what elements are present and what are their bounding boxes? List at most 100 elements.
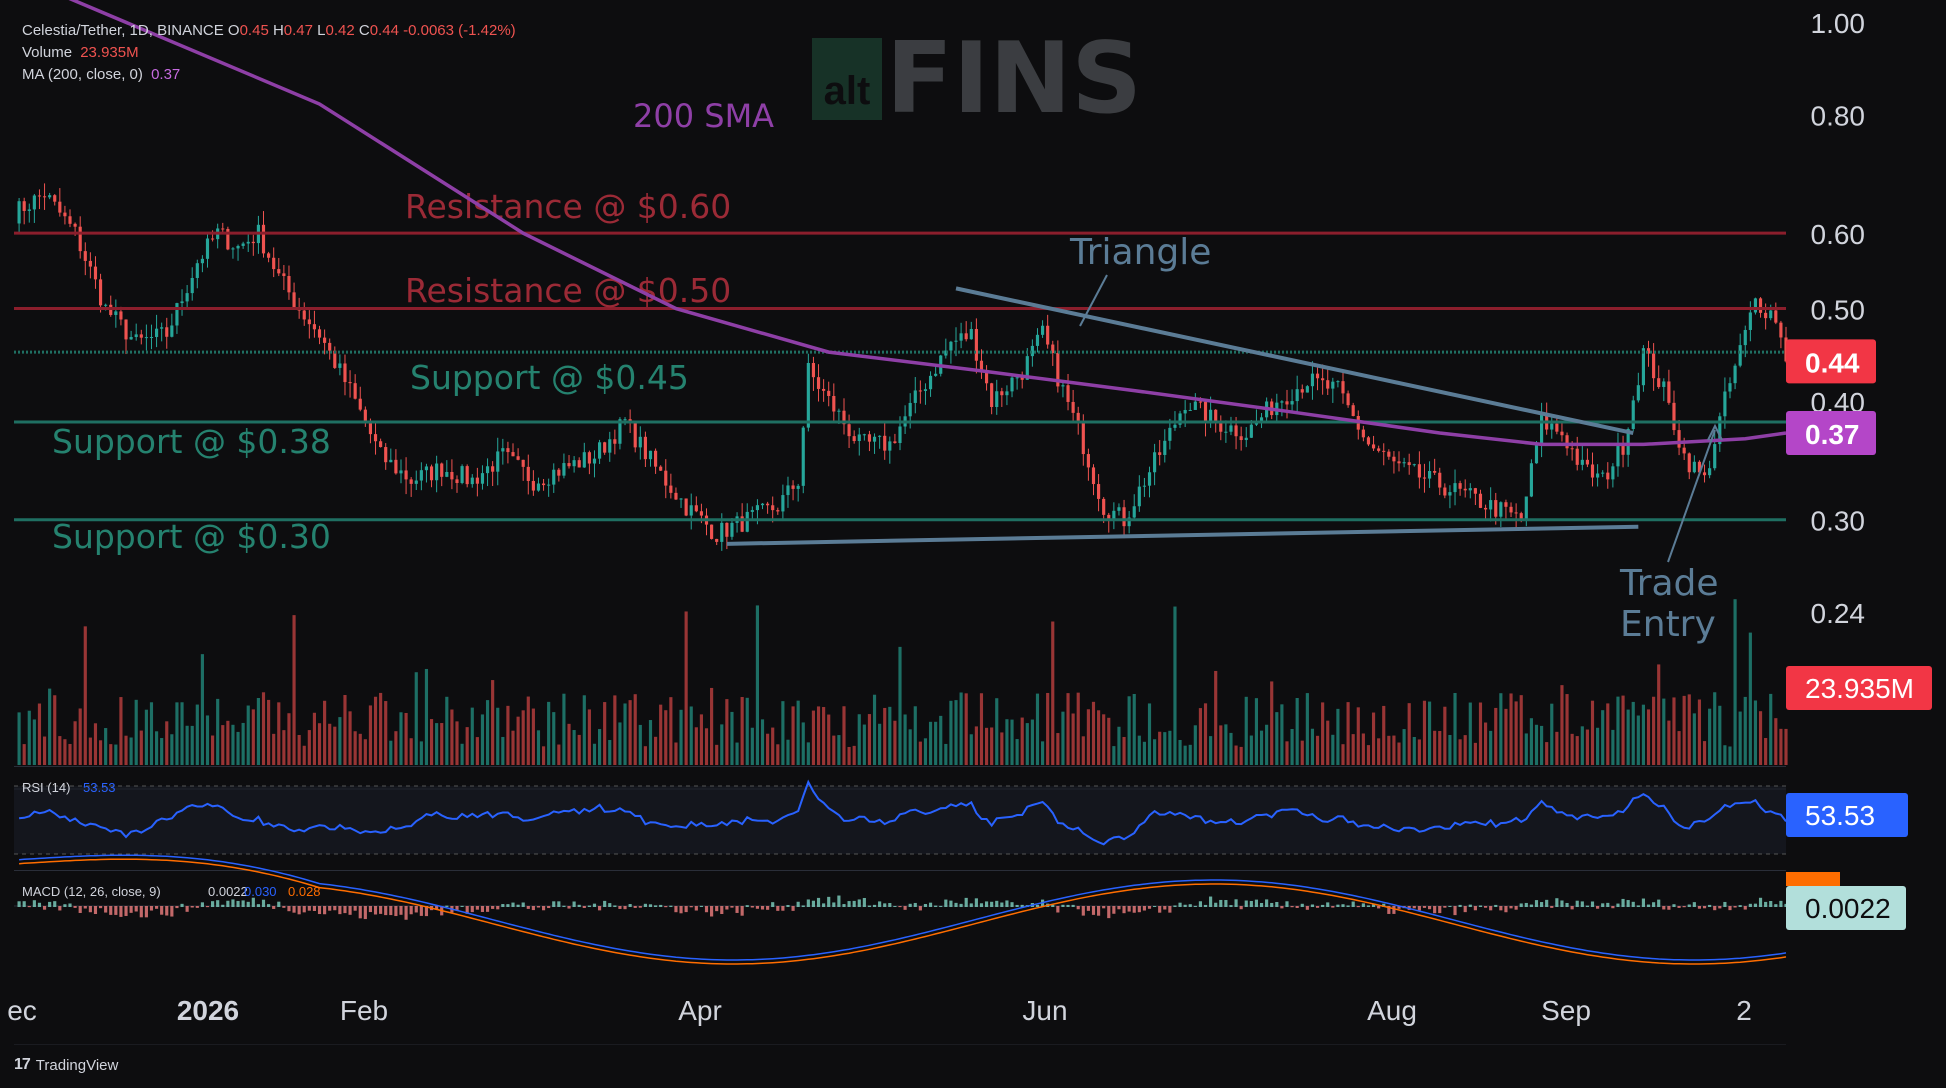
candle-body	[1234, 425, 1238, 437]
candle-body	[893, 441, 897, 444]
volume-bar	[1229, 732, 1233, 765]
volume-bar	[1417, 739, 1421, 765]
candle-body	[1000, 391, 1004, 396]
candle-body	[53, 195, 57, 202]
volume-bar	[348, 711, 352, 765]
candle-body	[409, 479, 413, 484]
volume-bar	[1137, 735, 1141, 765]
volume-bar	[832, 735, 836, 765]
volume-bar	[323, 700, 327, 765]
volume-bar	[1641, 704, 1646, 765]
candle-body	[267, 253, 271, 258]
volume-bar	[1565, 694, 1569, 765]
candle-body	[246, 241, 250, 244]
macd-hist-bar	[995, 900, 999, 907]
pane-separator-rsi	[14, 766, 1786, 767]
macd-hist-bar	[1774, 904, 1778, 907]
macd-hist-bar	[333, 906, 337, 911]
macd-hist-bar	[292, 906, 296, 913]
volume-bar	[1433, 730, 1437, 765]
candle-body	[134, 334, 138, 338]
candle-body	[429, 466, 434, 481]
volume-bar	[1621, 695, 1625, 765]
candle-body	[1346, 393, 1350, 406]
macd-hist-bar	[990, 901, 994, 907]
volume-bar	[964, 693, 968, 765]
volume-bar	[394, 731, 398, 765]
macd-hist-bar	[1270, 902, 1274, 907]
macd-hist-bar	[1315, 906, 1320, 908]
volume-bar	[1529, 718, 1533, 765]
candle-body	[1366, 437, 1371, 445]
volume-bar	[1606, 703, 1610, 765]
candle-body	[185, 293, 189, 302]
tradingview-brand[interactable]: 17 TradingView	[14, 1056, 118, 1074]
macd-hist-bar	[1259, 902, 1264, 907]
volume-bar	[908, 729, 912, 765]
candle-body	[1091, 467, 1096, 485]
macd-hist-bar	[1422, 906, 1427, 908]
macd-hist-bar	[984, 901, 989, 907]
volume-bar	[144, 709, 148, 765]
volume-bar	[485, 700, 490, 765]
volume-bar	[139, 730, 143, 765]
rsi-legend-value: 53.53	[83, 780, 116, 795]
macd-hist-bar	[1249, 900, 1253, 907]
macd-hist-bar	[185, 906, 189, 912]
macd-hist-bar	[109, 906, 113, 915]
macd-hist-bar	[837, 895, 841, 907]
annotation-trade: Trade	[1619, 563, 1719, 604]
candle-body	[129, 337, 133, 340]
candle-body	[1239, 436, 1243, 441]
price-chart[interactable]: Resistance @ $0.60 Resistance @ $0.50 Supp…	[0, 0, 1946, 1088]
volume-bar	[1483, 722, 1488, 765]
candle-body	[175, 303, 179, 326]
volume-bar	[699, 714, 703, 765]
macd-hist-bar	[633, 906, 637, 908]
volume-bar	[592, 743, 597, 765]
macd-hist-bar	[1758, 897, 1763, 907]
candle-body	[1657, 378, 1661, 387]
macd-hist-bar	[22, 901, 26, 907]
volume-bar	[292, 615, 296, 765]
macd-hist-bar	[394, 906, 398, 917]
volume-bar	[755, 605, 760, 765]
volume-bar	[1748, 632, 1752, 765]
candle-body	[78, 226, 82, 252]
macd-hist-bar	[669, 905, 673, 907]
candle-body	[1102, 498, 1106, 515]
volume-bar	[267, 699, 271, 765]
macd-hist-bar	[68, 903, 72, 907]
candle-body	[1397, 461, 1401, 464]
candle-body	[160, 327, 164, 329]
volume-bar	[1076, 692, 1080, 765]
volume-bar	[1239, 746, 1243, 765]
macd-hist-bar	[572, 901, 576, 907]
volume-bar	[913, 706, 917, 765]
volume-bar	[1285, 741, 1289, 765]
candle-body	[1427, 470, 1432, 479]
macd-hist-bar	[139, 906, 143, 918]
candle-body	[180, 301, 184, 304]
volume-bar	[1489, 730, 1493, 765]
volume-bar	[37, 703, 42, 765]
candle-body	[317, 329, 322, 338]
candle-body	[58, 201, 62, 213]
volume-bar	[496, 707, 500, 765]
macd-hist-bar	[771, 902, 775, 907]
candle-body	[190, 277, 194, 294]
candle-body	[1142, 485, 1146, 487]
volume-bar	[1463, 735, 1467, 765]
volume-bar	[893, 720, 897, 765]
candle-body	[1137, 486, 1141, 507]
candle-body	[68, 216, 72, 224]
time-tick-6: Sep	[1541, 995, 1591, 1026]
macd-hist-bar	[1438, 906, 1442, 914]
volume-bar	[547, 701, 551, 765]
macd-hist-bar	[1545, 899, 1549, 907]
macd-hist-bar	[312, 906, 317, 911]
time-tick-4: Jun	[1022, 995, 1067, 1026]
volume-bar	[216, 698, 220, 765]
volume-bar	[872, 694, 877, 765]
volume-bar	[562, 693, 566, 765]
